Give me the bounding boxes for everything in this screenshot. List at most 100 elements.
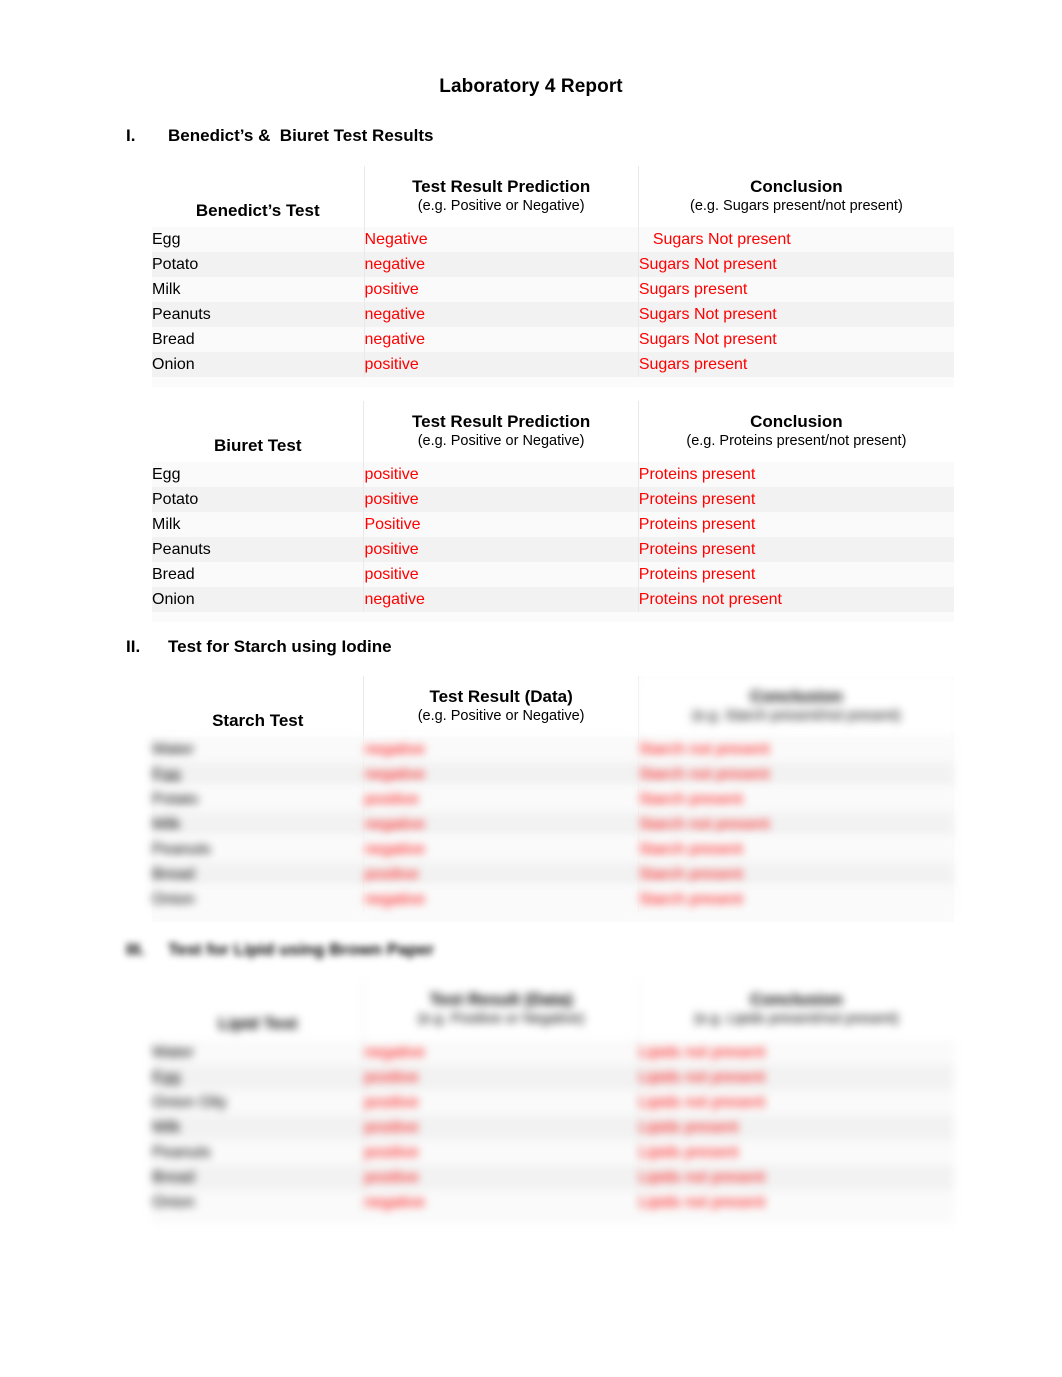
- cell-conclusion: Lipids not present: [638, 1040, 954, 1066]
- cell-result: positive: [363, 1165, 639, 1191]
- header-benedicts-test: Benedict’s Test: [195, 201, 320, 220]
- cell-conclusion: Starch present: [638, 787, 954, 813]
- cell-result: negative: [363, 812, 639, 838]
- table-header-row: Lipid Test Test Result (Data) (e.g. Posi…: [152, 979, 954, 1041]
- cell-conclusion: Lipids present: [638, 1115, 954, 1141]
- header-cell-test-name: Benedict’s Test: [152, 166, 365, 228]
- cell-prediction: negative: [363, 587, 639, 613]
- cell-conclusion: Starch present: [638, 862, 954, 888]
- table-row[interactable]: Milk Positive Proteins present: [152, 512, 954, 538]
- table-row[interactable]: Potato positive Starch present: [152, 787, 954, 813]
- cell-prediction: negative: [364, 252, 639, 278]
- table-row[interactable]: Milk positive Sugars present: [152, 277, 954, 303]
- header-conclusion-hint: (e.g. Sugars present/not present): [690, 198, 903, 215]
- table-row[interactable]: Onion negative Proteins not present: [152, 587, 954, 613]
- table-row[interactable]: Peanuts negative Starch present: [152, 837, 954, 863]
- table-row[interactable]: Bread positive Proteins present: [152, 562, 954, 588]
- table-row[interactable]: Onion positive Sugars present: [152, 352, 954, 378]
- cell-item: Onion: [152, 887, 365, 913]
- cell-item: Milk: [152, 812, 365, 838]
- spacer-cell: [364, 377, 639, 388]
- cell-item: Bread: [152, 1165, 365, 1191]
- table-row[interactable]: Egg Negative Sugars Not present: [152, 227, 954, 253]
- header-conclusion: Conclusion: [750, 177, 843, 196]
- table-row[interactable]: Potato positive Proteins present: [152, 487, 954, 513]
- table-row[interactable]: Peanuts positive Lipids present: [152, 1140, 954, 1166]
- header-test-result-data: Test Result (Data): [429, 687, 573, 706]
- table-row[interactable]: Onion negative Starch present: [152, 887, 954, 913]
- cell-result: positive: [363, 1115, 639, 1141]
- cell-item: Peanuts: [152, 302, 365, 328]
- cell-prediction: positive: [363, 487, 639, 513]
- cell-conclusion: Starch not present: [638, 762, 954, 788]
- table-row[interactable]: Onion Oily positive Lipids not present: [152, 1090, 954, 1116]
- table-bottom-spacer: [152, 377, 954, 388]
- cell-result: negative: [363, 737, 639, 763]
- table-row[interactable]: Milk positive Lipids present: [152, 1115, 954, 1141]
- table-row[interactable]: Water negative Lipids not present: [152, 1040, 954, 1066]
- cell-conclusion: Proteins present: [638, 462, 954, 488]
- cell-result: positive: [363, 1140, 639, 1166]
- header-biuret-test: Biuret Test: [213, 436, 302, 455]
- header-conclusion: Conclusion: [750, 990, 843, 1009]
- spacer-cell: [638, 612, 954, 623]
- section-label: Test for Starch using Iodine: [168, 637, 392, 656]
- document-page: Laboratory 4 Report I. Benedict’s & Biur…: [0, 0, 1062, 1377]
- starch-results-table: Starch Test Test Result (Data) (e.g. Pos…: [152, 676, 954, 923]
- spacer-cell: [152, 912, 364, 923]
- cell-result: positive: [363, 1090, 639, 1116]
- table-row[interactable]: Egg negative Starch not present: [152, 762, 954, 788]
- spacer-cell: [638, 1215, 954, 1226]
- spacer-cell: [363, 912, 639, 923]
- table-row[interactable]: Peanuts negative Sugars Not present: [152, 302, 954, 328]
- section-numeral: II.: [126, 637, 141, 656]
- header-lipid-test: Lipid Test: [218, 1014, 298, 1033]
- table-header-row: Benedict’s Test Test Result Prediction (…: [152, 166, 954, 228]
- cell-item: Egg: [152, 462, 365, 488]
- header-conclusion-hint: (e.g. Proteins present/not present): [686, 433, 907, 450]
- header-result-hint: (e.g. Positive or Negative): [417, 1011, 585, 1028]
- section-heading-2: II. Test for Starch using Iodine: [126, 637, 392, 657]
- cell-conclusion: Proteins present: [638, 562, 954, 588]
- cell-prediction: positive: [364, 352, 639, 378]
- spacer-cell: [152, 612, 364, 623]
- cell-prediction: positive: [364, 277, 639, 303]
- table-row[interactable]: Egg positive Proteins present: [152, 462, 954, 488]
- header-cell-result: Test Result (Data) (e.g. Positive or Neg…: [363, 979, 639, 1041]
- cell-item: Egg: [152, 1065, 365, 1091]
- spacer-cell: [363, 1215, 639, 1226]
- cell-result: negative: [363, 762, 639, 788]
- cell-item: Water: [152, 1040, 365, 1066]
- cell-prediction: Negative: [364, 227, 639, 253]
- cell-result: negative: [363, 1040, 639, 1066]
- cell-item: Milk: [152, 277, 365, 303]
- section-numeral: III.: [126, 940, 145, 959]
- table-row[interactable]: Bread positive Lipids not present: [152, 1165, 954, 1191]
- table-row[interactable]: Egg positive Lipids not present: [152, 1065, 954, 1091]
- cell-conclusion: Starch not present: [638, 737, 954, 763]
- cell-conclusion: Lipids not present: [638, 1090, 954, 1116]
- header-test-result-data: Test Result (Data): [429, 990, 573, 1009]
- header-cell-test-name: Lipid Test: [152, 979, 365, 1041]
- cell-item: Egg: [152, 227, 365, 253]
- cell-result: negative: [363, 887, 639, 913]
- table-row[interactable]: Peanuts positive Proteins present: [152, 537, 954, 563]
- cell-conclusion: Starch not present: [638, 812, 954, 838]
- cell-conclusion: Lipids present: [638, 1140, 954, 1166]
- table-row[interactable]: Water negative Starch not present: [152, 737, 954, 763]
- table-row[interactable]: Bread positive Starch present: [152, 862, 954, 888]
- spacer-cell: [638, 377, 954, 388]
- cell-item: Peanuts: [152, 1140, 365, 1166]
- spacer-cell: [363, 612, 639, 623]
- cell-prediction: negative: [364, 302, 639, 328]
- header-cell-test-name: Starch Test: [152, 676, 365, 738]
- table-row[interactable]: Potato negative Sugars Not present: [152, 252, 954, 278]
- table-row[interactable]: Onion negative Lipids not present: [152, 1190, 954, 1216]
- table-row[interactable]: Bread negative Sugars Not present: [152, 327, 954, 353]
- table-row[interactable]: Milk negative Starch not present: [152, 812, 954, 838]
- section-label: Test for Lipid using Brown Paper: [168, 940, 435, 959]
- cell-conclusion: Lipids not present: [638, 1065, 954, 1091]
- cell-item: Bread: [152, 327, 365, 353]
- header-test-result-prediction: Test Result Prediction: [412, 177, 591, 196]
- section-heading-3: III. Test for Lipid using Brown Paper: [126, 940, 434, 960]
